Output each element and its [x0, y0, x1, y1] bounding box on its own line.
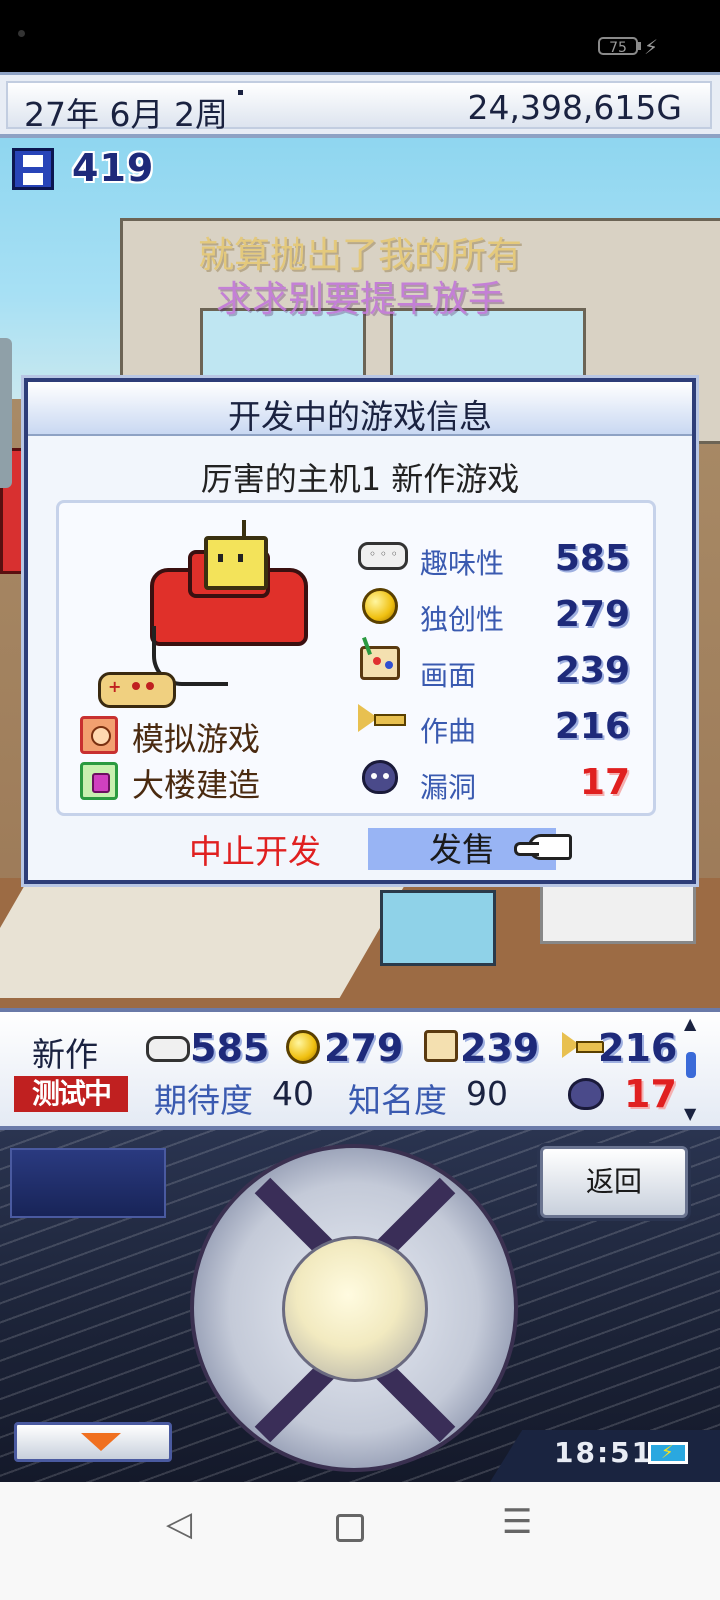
- face-icon: [91, 726, 111, 746]
- gamepad-icon: [146, 1036, 190, 1062]
- floppy-disk-icon: [12, 148, 54, 190]
- stop-development-button[interactable]: 中止开发: [170, 828, 340, 876]
- notification-dot: [18, 30, 25, 37]
- bug-icon: [362, 760, 398, 794]
- controller-button: [146, 682, 154, 690]
- scroll-up-arrow[interactable]: ▲: [684, 1014, 696, 1033]
- stat-label-sound: 作曲: [420, 715, 477, 748]
- stat-value-sound: 216: [554, 706, 630, 747]
- game-info-dialog: 开发中的游戏信息 厉害的主机1 新作游戏 + 模拟游戏 大楼建造 ◦ ◦ ◦ 趣…: [24, 378, 696, 884]
- horn-icon: [358, 704, 406, 732]
- scroll-down-button[interactable]: [14, 1422, 172, 1462]
- desk: [540, 878, 696, 944]
- fame-label: 知名度: [348, 1081, 447, 1120]
- horn-icon: [562, 1032, 604, 1058]
- research-points: 419: [72, 146, 155, 190]
- nav-home-icon[interactable]: [336, 1514, 364, 1542]
- coin-icon: [286, 1030, 320, 1064]
- bug-icon: [568, 1078, 604, 1110]
- testing-status-badge: 测试中: [14, 1076, 128, 1112]
- expectation-label: 期待度: [154, 1081, 253, 1120]
- coin-icon: [362, 588, 398, 624]
- back-button[interactable]: 返回: [540, 1146, 688, 1218]
- stat-value-bugs: 17: [579, 762, 630, 803]
- cartridge-eye: [238, 554, 243, 562]
- stat-label-fun: 趣味性: [420, 547, 505, 580]
- stat-value-originality: 279: [554, 594, 630, 635]
- aquarium: [380, 890, 496, 966]
- gamepad-buttons: ◦ ◦ ◦: [369, 547, 398, 561]
- battery-icon: ⚡: [648, 1442, 688, 1464]
- game-date: 27年 6月 2周: [24, 95, 228, 134]
- scroll-thumb[interactable]: [686, 1052, 696, 1078]
- charging-icon: ⚡: [644, 35, 659, 59]
- genre-label: 大楼建造: [132, 766, 261, 804]
- gold-amount: 24,398,615G: [467, 88, 682, 127]
- game-label: 新作: [32, 1035, 98, 1074]
- left-edge-handle[interactable]: [0, 338, 12, 488]
- gamepad-icon: ◦ ◦ ◦: [358, 542, 408, 570]
- status-bar: [0, 0, 720, 72]
- stat-value-fun: 585: [554, 538, 630, 579]
- controller-dpad: +: [108, 677, 122, 696]
- bug-eye: [383, 773, 389, 779]
- date-marker: [238, 90, 243, 95]
- paint-dot: [373, 657, 381, 665]
- release-label: 发售: [429, 830, 495, 869]
- down-arrow-icon: [81, 1433, 121, 1451]
- bolt-icon: ⚡: [661, 1442, 674, 1463]
- bugs-value: 17: [624, 1072, 677, 1116]
- stat-label-graphics: 画面: [420, 659, 477, 692]
- fame-value: 90: [466, 1074, 508, 1113]
- confirm-button[interactable]: [282, 1236, 428, 1382]
- stat-label-bugs: 漏洞: [420, 771, 477, 804]
- nav-back-icon[interactable]: ◁: [166, 1504, 192, 1544]
- paint-dot: [385, 661, 393, 669]
- stat-label-originality: 独创性: [420, 603, 505, 636]
- battery-indicator: 75: [598, 37, 638, 56]
- gem-icon: [92, 773, 110, 793]
- cartridge-eye: [218, 554, 223, 562]
- bug-eye: [371, 773, 377, 779]
- controller-button: [132, 682, 140, 690]
- floppy-label: [23, 155, 43, 167]
- simulation-genre-icon: [80, 716, 118, 754]
- expectation-value: 40: [272, 1074, 314, 1113]
- cartridge-icon: [204, 536, 268, 590]
- building-genre-icon: [80, 762, 118, 800]
- nav-menu-icon[interactable]: ☰: [502, 1502, 532, 1542]
- stat-value-graphics: 239: [554, 650, 630, 691]
- menu-slot-button[interactable]: [10, 1148, 166, 1218]
- battery-tip: [638, 42, 641, 50]
- sound-value: 216: [598, 1026, 678, 1070]
- scroll-down-arrow[interactable]: ▼: [684, 1104, 696, 1123]
- game-title: 厉害的主机1 新作游戏: [200, 460, 520, 498]
- clock: 18:51: [554, 1436, 654, 1469]
- lyric-line-2: 求求别要提早放手: [215, 279, 504, 320]
- floppy-slot: [23, 173, 43, 185]
- originality-value: 279: [324, 1026, 404, 1070]
- graphics-value: 239: [460, 1026, 540, 1070]
- fun-value: 585: [190, 1026, 270, 1070]
- horn-tube: [374, 714, 406, 726]
- paint-palette-icon: [360, 636, 400, 680]
- pointing-finger: [514, 842, 539, 856]
- pointing-hand-icon: [514, 834, 574, 862]
- paint-palette-icon: [424, 1030, 458, 1062]
- dialog-title: 开发中的游戏信息: [228, 397, 492, 436]
- genre-label: 模拟游戏: [132, 720, 261, 758]
